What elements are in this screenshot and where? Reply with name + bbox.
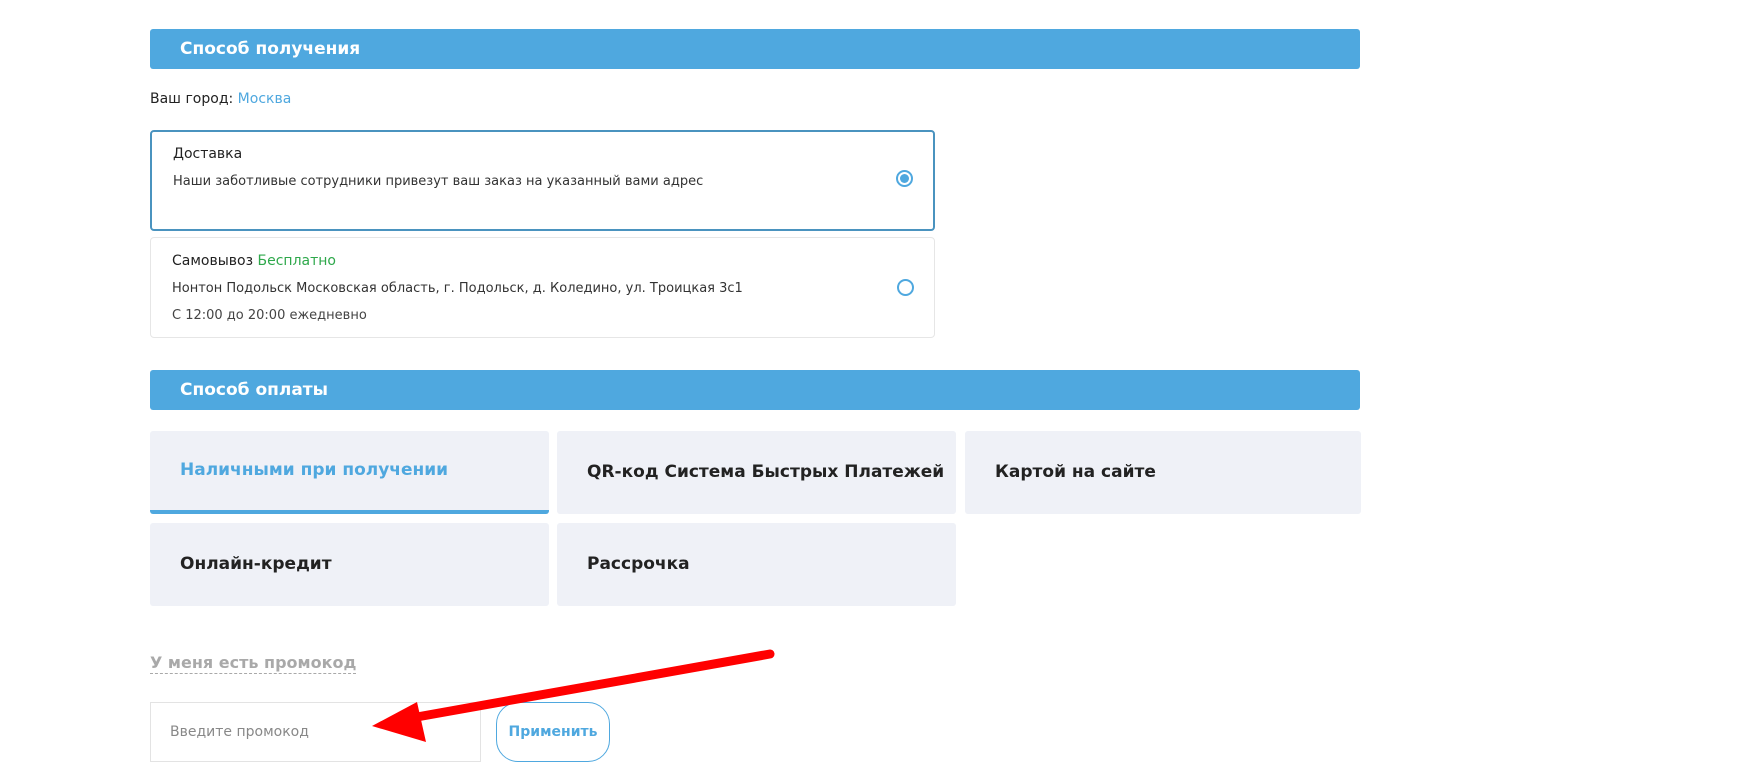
payment-credit-tile[interactable]: Онлайн-кредит [150,523,549,606]
payment-qr-tile[interactable]: QR-код Система Быстрых Платежей [557,431,956,514]
payment-cash-tile[interactable]: Наличными при получении [150,431,549,514]
city-label: Ваш город: [150,91,234,107]
pickup-address: Нонтон Подольск Московская область, г. П… [172,281,743,296]
pickup-free-badge: Бесплатно [257,253,336,269]
city-link[interactable]: Москва [238,91,292,107]
apply-promo-button[interactable]: Применить [496,702,610,762]
delivery-option[interactable]: Доставка Наши заботливые сотрудники прив… [150,130,935,231]
receive-section-header: Способ получения [150,29,1360,69]
payment-installment-tile[interactable]: Рассрочка [557,523,956,606]
payment-section-header: Способ оплаты [150,370,1360,410]
pickup-radio[interactable] [897,279,914,296]
pickup-title-row: Самовывоз Бесплатно [172,253,336,269]
delivery-radio[interactable] [896,170,913,187]
delivery-description: Наши заботливые сотрудники привезут ваш … [173,174,704,189]
pickup-title: Самовывоз [172,253,254,269]
delivery-title: Доставка [173,146,243,162]
pickup-option[interactable]: Самовывоз Бесплатно Нонтон Подольск Моск… [150,237,935,338]
pickup-hours: С 12:00 до 20:00 ежедневно [172,308,367,323]
city-line: Ваш город: Москва [150,91,291,107]
promo-input[interactable] [150,702,481,762]
payment-card-tile[interactable]: Картой на сайте [965,431,1361,514]
promo-toggle-link[interactable]: У меня есть промокод [150,653,357,674]
